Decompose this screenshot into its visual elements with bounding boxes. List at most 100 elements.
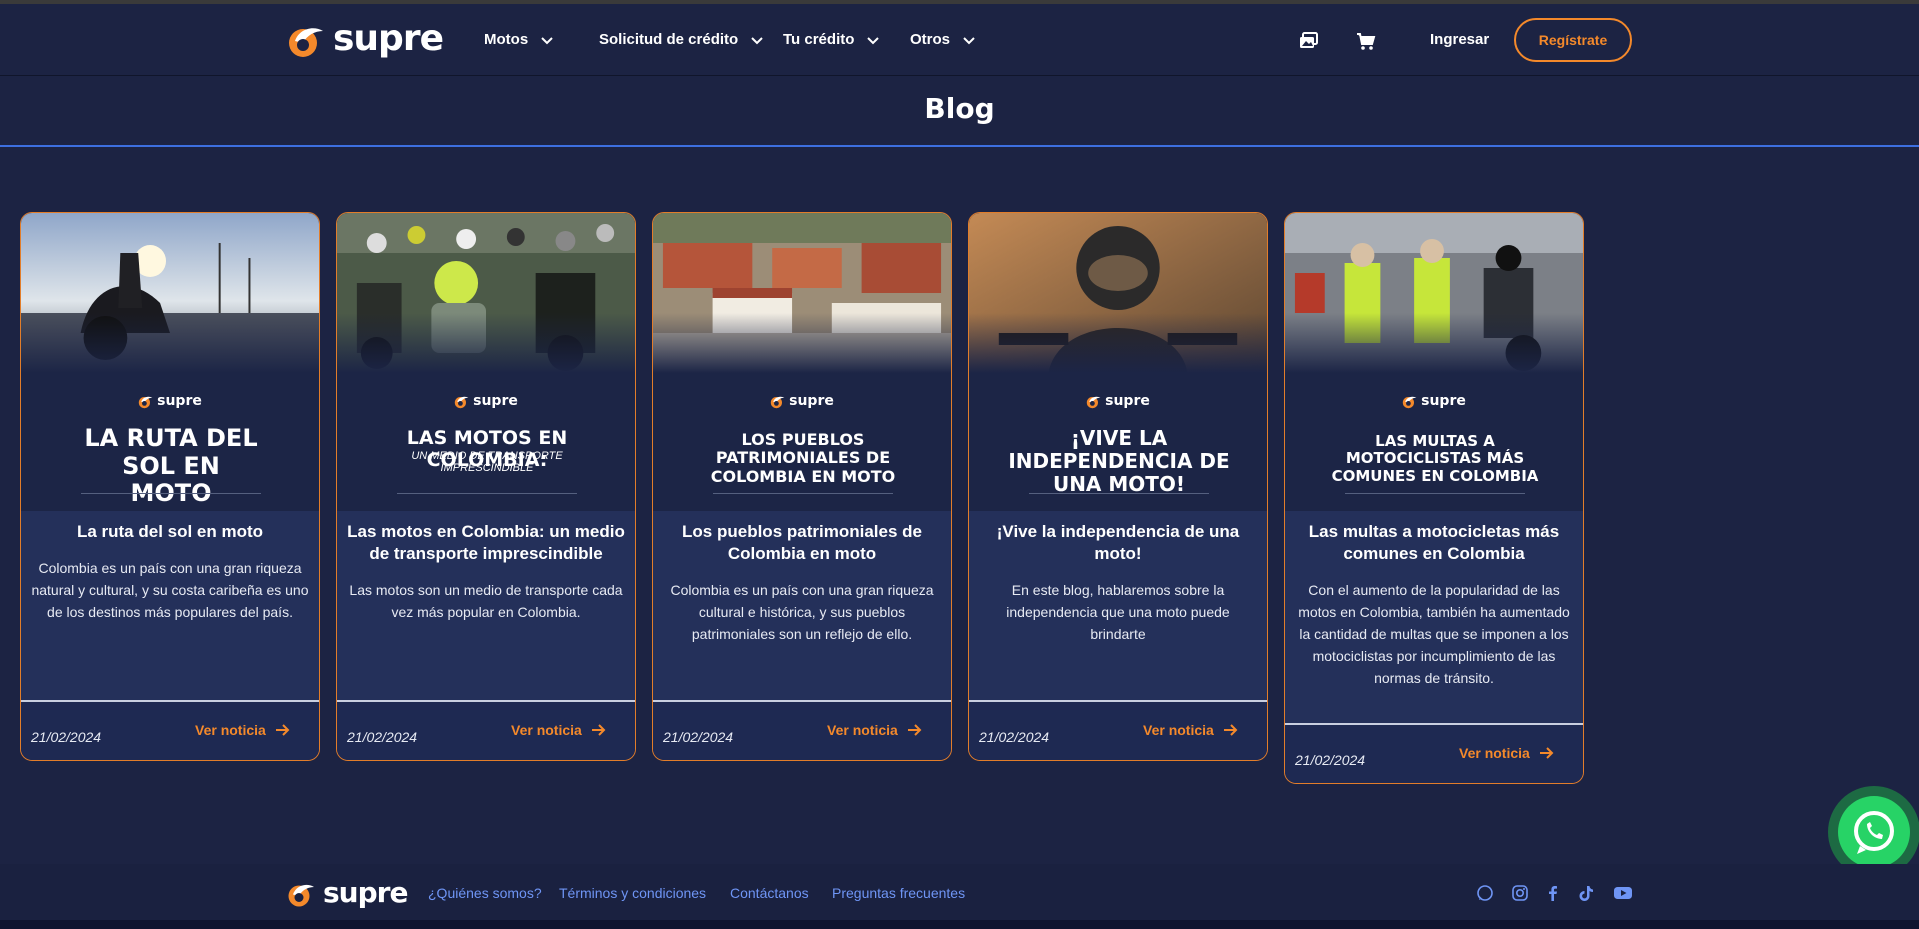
card-hero-title: Las multas a motociclistas más comunes e…	[1331, 432, 1539, 485]
hero-divider	[81, 493, 261, 494]
nav-solicitud-label: Solicitud de crédito	[599, 31, 739, 48]
card-body: Los pueblos patrimoniales de Colombia en…	[653, 511, 951, 702]
chevron-down-icon	[963, 36, 975, 44]
card-photo-motorcycle-road	[21, 213, 319, 373]
ver-noticia-link[interactable]: Ver noticia	[511, 722, 606, 738]
nav-motos-label: Motos	[484, 31, 529, 48]
instagram-icon[interactable]	[1511, 884, 1529, 902]
nav-otros[interactable]: Otros	[910, 31, 976, 48]
supre-logo-icon	[288, 884, 314, 906]
arrow-right-icon	[275, 724, 290, 736]
footer-link-preguntas[interactable]: Preguntas frecuentes	[832, 885, 965, 901]
nav-motos[interactable]: Motos	[484, 31, 554, 48]
nav-tu-credito-label: Tu crédito	[783, 31, 855, 48]
ver-noticia-link[interactable]: Ver noticia	[827, 722, 922, 738]
card-body: Las motos en Colombia: un medio de trans…	[337, 511, 635, 702]
card-brand-logo: supre	[969, 393, 1267, 409]
site-header: supre Motos Solicitud de crédito Tu créd…	[0, 4, 1919, 76]
card-footer: 21/02/2024 Ver noticia	[21, 700, 319, 760]
card-date: 21/02/2024	[31, 729, 102, 745]
gallery-icon[interactable]	[1298, 30, 1320, 52]
logo-wordmark: supre	[323, 876, 408, 909]
ver-noticia-link[interactable]: Ver noticia	[1459, 745, 1554, 761]
card-brand-logo: supre	[1285, 393, 1583, 409]
footer-logo[interactable]: supre	[287, 876, 408, 909]
site-logo[interactable]: supre	[287, 18, 444, 59]
supre-logo-icon	[454, 396, 469, 409]
card-date: 21/02/2024	[1295, 752, 1366, 768]
footer-link-contactanos[interactable]: Contáctanos	[730, 885, 809, 901]
ver-noticia-link[interactable]: Ver noticia	[195, 722, 290, 738]
ver-noticia-link[interactable]: Ver noticia	[1143, 722, 1238, 738]
blog-card[interactable]: supre Los pueblos patrimoniales de Colom…	[652, 212, 952, 761]
card-description: Colombia es un país con una gran riqueza…	[31, 560, 309, 620]
card-photo-motorcycle-crowd	[337, 213, 635, 373]
footer-link-terminos[interactable]: Términos y condiciones	[559, 885, 706, 901]
supre-logo-icon	[1086, 396, 1101, 409]
supre-logo-icon	[289, 27, 323, 57]
tiktok-icon[interactable]	[1577, 884, 1595, 902]
whatsapp-icon[interactable]	[1476, 884, 1494, 902]
card-description: Colombia es un país con una gran riqueza…	[670, 582, 934, 642]
arrow-right-icon	[907, 724, 922, 736]
hero-divider	[1345, 493, 1525, 494]
card-title: Los pueblos patrimoniales de Colombia en…	[682, 522, 922, 563]
card-hero-subtitle: Un medio de transporte imprescindible	[411, 450, 563, 475]
nav-solicitud-credito[interactable]: Solicitud de crédito	[599, 31, 764, 48]
card-brand-logo: supre	[337, 393, 635, 409]
nav-otros-label: Otros	[910, 31, 951, 48]
card-description: Las motos son un medio de transporte cad…	[349, 582, 623, 620]
card-title: Las motos en Colombia: un medio de trans…	[347, 522, 625, 563]
arrow-right-icon	[1223, 724, 1238, 736]
card-date: 21/02/2024	[979, 729, 1050, 745]
card-hero-banner: supre Las motos en Colombia: Un medio de…	[337, 213, 635, 511]
cart-icon[interactable]	[1355, 30, 1377, 52]
card-description: Con el aumento de la popularidad de las …	[1298, 582, 1570, 686]
footer-link-quienes-somos[interactable]: ¿Quiénes somos?	[428, 885, 542, 901]
hero-divider	[1029, 493, 1209, 494]
card-photo-helmet-rider	[969, 213, 1267, 373]
login-link[interactable]: Ingresar	[1430, 31, 1489, 48]
nav-tu-credito[interactable]: Tu crédito	[783, 31, 880, 48]
page-title: Blog	[924, 92, 995, 125]
card-photo-traffic-police	[1285, 213, 1583, 373]
card-hero-title: ¡Vive la independencia de una moto!	[1008, 426, 1230, 496]
site-footer: supre ¿Quiénes somos? Términos y condici…	[0, 864, 1919, 920]
card-footer: 21/02/2024 Ver noticia	[969, 700, 1267, 760]
blog-card[interactable]: supre La ruta del sol en moto La ruta de…	[20, 212, 320, 761]
card-title: La ruta del sol en moto	[76, 522, 264, 541]
card-date: 21/02/2024	[347, 729, 418, 745]
card-title: Las multas a motocicletas más comunes en…	[1308, 522, 1560, 563]
blog-card[interactable]: supre ¡Vive la independencia de una moto…	[968, 212, 1268, 761]
blog-card[interactable]: supre Las motos en Colombia: Un medio de…	[336, 212, 636, 761]
hero-divider	[713, 493, 893, 494]
card-brand-logo: supre	[653, 393, 951, 409]
chevron-down-icon	[751, 36, 763, 44]
youtube-icon[interactable]	[1613, 884, 1633, 902]
supre-logo-icon	[138, 396, 153, 409]
card-date: 21/02/2024	[663, 729, 734, 745]
card-footer: 21/02/2024 Ver noticia	[337, 700, 635, 760]
whatsapp-icon	[1854, 811, 1894, 854]
card-brand-logo: supre	[21, 393, 319, 409]
card-photo-colonial-town	[653, 213, 951, 373]
arrow-right-icon	[591, 724, 606, 736]
card-footer: 21/02/2024 Ver noticia	[653, 700, 951, 760]
browser-bottom-strip	[0, 920, 1919, 929]
blog-card[interactable]: supre Las multas a motociclistas más com…	[1284, 212, 1584, 784]
card-hero-title: Los pueblos patrimoniales de Colombia en…	[710, 430, 896, 486]
card-body: La ruta del sol en moto Colombia es un p…	[21, 511, 319, 702]
card-hero-title: La ruta del sol en moto	[84, 424, 258, 508]
card-footer: 21/02/2024 Ver noticia	[1285, 723, 1583, 783]
card-body: Las multas a motocicletas más comunes en…	[1285, 511, 1583, 725]
card-hero-banner: supre Los pueblos patrimoniales de Colom…	[653, 213, 951, 511]
chevron-down-icon	[541, 36, 553, 44]
supre-logo-icon	[1402, 396, 1417, 409]
chevron-down-icon	[867, 36, 880, 44]
card-title: ¡Vive la independencia de una moto!	[996, 522, 1240, 563]
hero-divider	[397, 493, 577, 494]
facebook-icon[interactable]	[1544, 884, 1562, 902]
title-divider	[0, 145, 1919, 147]
register-button[interactable]: Regístrate	[1514, 18, 1632, 62]
supre-logo-icon	[770, 396, 785, 409]
